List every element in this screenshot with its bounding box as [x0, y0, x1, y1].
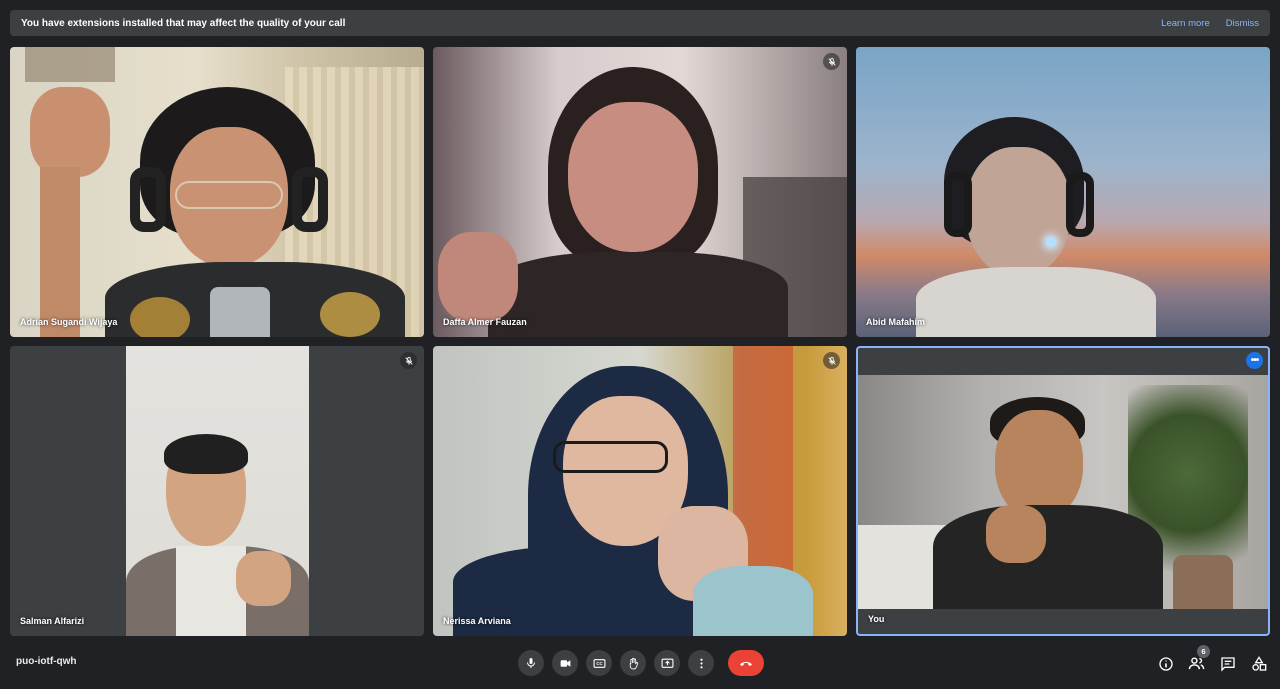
chat-icon: [1220, 656, 1235, 672]
muted-indicator: [823, 53, 840, 70]
participant-name: Salman Alfarizi: [20, 616, 85, 626]
participant-name: You: [868, 614, 885, 624]
participant-tile[interactable]: Abid Mafahim: [856, 47, 1270, 337]
self-view-tile[interactable]: ••• You: [856, 346, 1270, 636]
more-options-button[interactable]: •••: [1246, 352, 1263, 369]
extensions-warning-banner: You have extensions installed that may a…: [10, 10, 1270, 36]
learn-more-link[interactable]: Learn more: [1161, 18, 1210, 29]
svg-text:CC: CC: [596, 661, 602, 666]
raise-hand-icon: [629, 657, 638, 669]
muted-indicator: [400, 352, 417, 369]
mic-off-icon: [827, 356, 836, 365]
participant-tile[interactable]: Salman Alfarizi: [10, 346, 424, 636]
info-button[interactable]: [1156, 654, 1175, 673]
video-feed: [856, 47, 1270, 337]
camera-button[interactable]: [552, 650, 578, 676]
present-button[interactable]: [654, 650, 680, 676]
present-icon: [661, 658, 673, 668]
more-options-button[interactable]: [688, 650, 714, 676]
captions-icon: CC: [593, 658, 605, 668]
info-icon: [1158, 656, 1173, 671]
meeting-code: puo-iotf-qwh: [16, 656, 77, 667]
dismiss-button[interactable]: Dismiss: [1226, 18, 1259, 29]
bottom-toolbar: puo-iotf-qwh CC 6: [0, 640, 1280, 689]
participant-tile[interactable]: Daffa Almer Fauzan: [433, 47, 847, 337]
participant-count-badge: 6: [1197, 645, 1210, 658]
muted-indicator: [823, 352, 840, 369]
mic-button[interactable]: [518, 650, 544, 676]
call-controls: CC: [518, 650, 764, 676]
end-call-button[interactable]: [728, 650, 764, 676]
people-button[interactable]: 6: [1187, 645, 1210, 673]
video-feed: [433, 346, 847, 636]
participant-name: Nerissa Arviana: [443, 616, 511, 626]
mic-off-icon: [404, 356, 413, 365]
participant-name: Abid Mafahim: [866, 317, 926, 327]
chat-button[interactable]: [1218, 654, 1237, 673]
meeting-details-icons: 6: [1156, 645, 1268, 673]
raise-hand-button[interactable]: [620, 650, 646, 676]
mic-icon: [527, 658, 535, 668]
camera-icon: [560, 659, 570, 667]
end-call-icon: [740, 661, 752, 666]
mic-off-icon: [827, 57, 836, 66]
activities-icon: [1251, 655, 1266, 671]
participant-tile[interactable]: Adrian Sugandi Wijaya: [10, 47, 424, 337]
captions-button[interactable]: CC: [586, 650, 612, 676]
participant-tile[interactable]: Nerissa Arviana: [433, 346, 847, 636]
more-options-icon: [699, 658, 703, 668]
video-feed: [126, 346, 309, 636]
banner-message: You have extensions installed that may a…: [21, 17, 346, 29]
participant-name: Adrian Sugandi Wijaya: [20, 317, 118, 327]
video-feed: [10, 47, 424, 337]
video-feed: [858, 375, 1268, 609]
participant-name: Daffa Almer Fauzan: [443, 317, 527, 327]
video-feed: [433, 47, 847, 337]
activities-button[interactable]: [1249, 654, 1268, 673]
